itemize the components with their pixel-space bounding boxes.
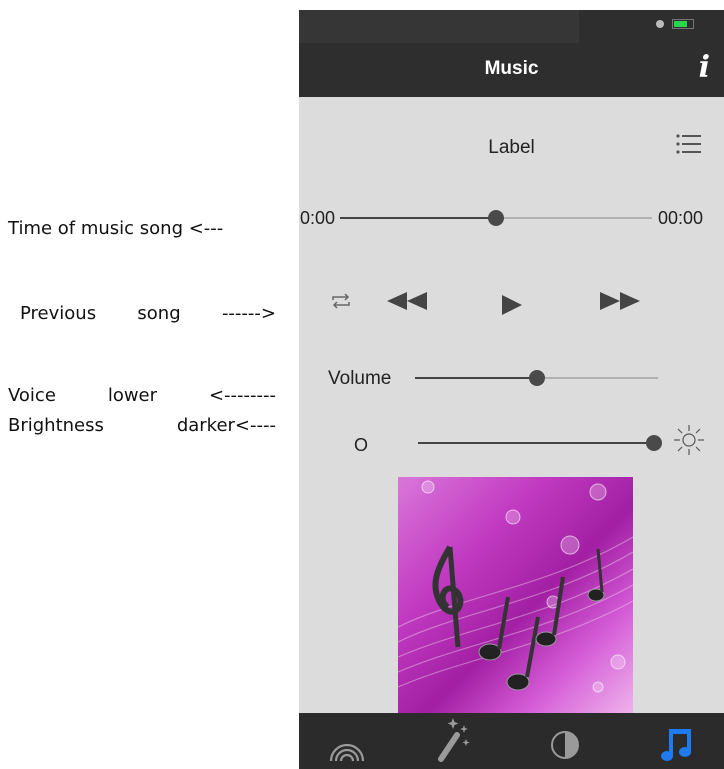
album-artwork <box>398 477 633 722</box>
volume-fill <box>415 377 537 379</box>
rainbow-icon[interactable] <box>307 713 387 769</box>
volume-thumb[interactable] <box>528 370 545 386</box>
music-note-icon[interactable] <box>641 713 721 769</box>
annotation-previous: Previous song ------> <box>8 303 276 324</box>
phone-screen: Music i Label 0:00 00:00 Volume O <box>299 10 724 769</box>
song-label: Label <box>488 137 535 158</box>
page-title: Music <box>484 58 539 79</box>
play-icon[interactable] <box>502 295 522 315</box>
brightness-low-label: O <box>354 435 369 455</box>
annotation-word: <-------- <box>208 385 276 406</box>
info-button[interactable]: i <box>699 50 710 85</box>
status-bar-blurred <box>299 10 579 43</box>
brightness-slider[interactable] <box>418 442 654 444</box>
brightness-fill <box>418 442 654 444</box>
magic-wand-icon[interactable] <box>415 713 495 769</box>
status-bar <box>299 10 724 43</box>
rewind-icon[interactable] <box>387 292 429 310</box>
repeat-icon[interactable] <box>330 292 352 310</box>
annotation-voice: Voice lower <-------- <box>8 385 276 406</box>
current-time: 0:00 <box>300 208 336 228</box>
timer-icon[interactable] <box>525 713 605 769</box>
battery-icon <box>672 19 694 29</box>
annotation-word: Voice <box>8 385 56 406</box>
alarm-icon <box>656 20 664 28</box>
annotation-word: lower <box>107 385 158 406</box>
annotation-word: Brightness <box>8 415 104 436</box>
annotation-brightness: Brightness darker<---- <box>8 415 276 436</box>
fast-forward-icon[interactable] <box>600 292 642 310</box>
annotation-word: ------> <box>221 303 276 324</box>
tab-bar <box>299 713 724 769</box>
annotation-time: Time of music song <--- <box>8 218 224 239</box>
annotation-word: Previous <box>20 303 97 324</box>
progress-thumb[interactable] <box>488 210 504 226</box>
volume-label: Volume <box>328 368 392 389</box>
progress-fill <box>340 217 496 219</box>
sun-icon <box>674 425 704 455</box>
total-time: 00:00 <box>658 208 704 228</box>
annotation-word: song <box>137 303 181 324</box>
nav-bar: Music i <box>299 43 724 97</box>
annotation-word: darker<---- <box>176 415 276 436</box>
list-icon[interactable] <box>676 133 702 155</box>
brightness-thumb[interactable] <box>646 435 662 451</box>
